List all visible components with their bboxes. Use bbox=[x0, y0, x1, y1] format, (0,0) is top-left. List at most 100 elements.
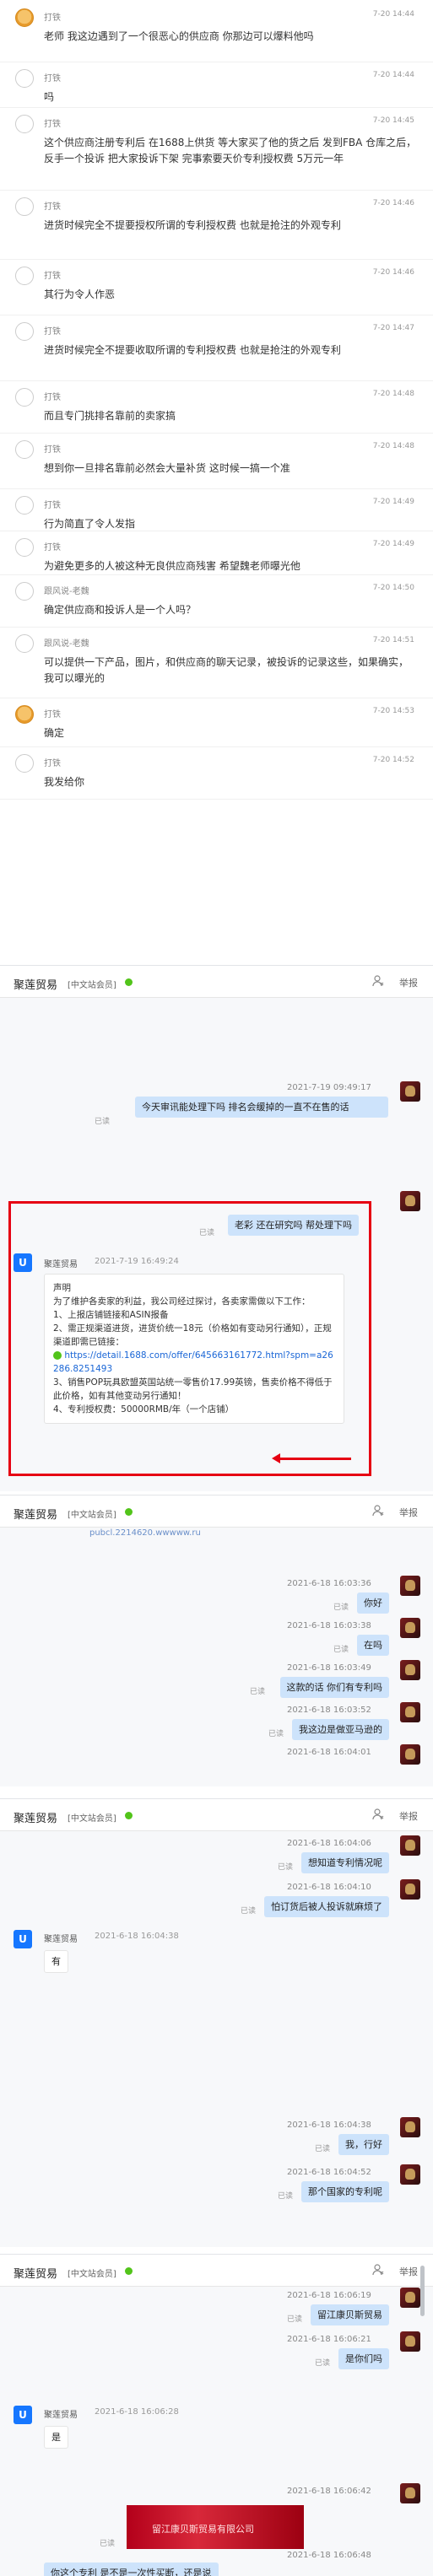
message-text: 我发给你 bbox=[44, 776, 85, 788]
user-avatar[interactable] bbox=[15, 69, 34, 88]
message-time: 7-20 14:44 bbox=[372, 71, 414, 79]
self-avatar bbox=[400, 1618, 420, 1638]
user-avatar[interactable] bbox=[15, 115, 34, 133]
read-status: 已读 bbox=[286, 2315, 302, 2324]
self-avatar bbox=[400, 1835, 420, 1856]
contact-name[interactable]: 聚莲贸易 bbox=[14, 1506, 57, 1522]
message-bubble: 想知道专利情况呢 bbox=[301, 1852, 389, 1873]
message-time: 7-20 14:45 bbox=[372, 116, 414, 125]
sender-name: 打铁 bbox=[44, 202, 61, 212]
message-time: 2021-6-18 16:06:48 bbox=[287, 2551, 371, 2560]
read-status: 已读 bbox=[314, 2359, 330, 2368]
user-avatar[interactable] bbox=[15, 634, 34, 653]
forum-message: 打铁 7-20 14:47 进货时候完全不提要收取所谓的专利授权费 也就是抢注的外观… bbox=[0, 317, 433, 381]
message-bubble: 有 bbox=[44, 1950, 68, 1973]
message-bubble: 你这个专利 是不是一次性买断，还是说 bbox=[44, 2563, 219, 2576]
read-status: 已读 bbox=[277, 2192, 293, 2201]
contact-name[interactable]: 聚莲贸易 bbox=[14, 2265, 57, 2281]
user-avatar[interactable] bbox=[15, 440, 34, 459]
business-license-image[interactable]: 留江康贝斯贸易有限公司 bbox=[127, 2505, 304, 2549]
message-time: 7-20 14:49 bbox=[372, 498, 414, 506]
report-button[interactable]: 举报 bbox=[399, 1809, 418, 1823]
self-avatar bbox=[400, 1081, 420, 1102]
forum-message: 打铁 7-20 14:49 行为简直了令人发指 bbox=[0, 491, 433, 531]
contact-name[interactable]: 聚莲贸易 bbox=[14, 1809, 57, 1825]
forum-message: 打铁 7-20 14:49 为避免更多的人被这种无良供应商残害 希望魏老师曝光他 bbox=[0, 533, 433, 575]
message-text: 确定 bbox=[44, 727, 65, 739]
message-bubble: 我这边是做亚马逊的 bbox=[292, 1719, 389, 1740]
user-avatar[interactable] bbox=[15, 496, 34, 515]
member-badge: [中文站会员] bbox=[68, 1814, 116, 1824]
user-avatar[interactable] bbox=[15, 705, 34, 724]
online-status-icon bbox=[125, 1812, 133, 1819]
message-text: 确定供应商和投诉人是一个人吗？ bbox=[44, 604, 197, 616]
member-badge: [中文站会员] bbox=[68, 2270, 116, 2279]
read-status: 已读 bbox=[95, 1118, 111, 1126]
report-button[interactable]: 举报 bbox=[399, 976, 418, 989]
user-avatar[interactable] bbox=[15, 267, 34, 285]
message-time: 2021-6-18 16:03:49 bbox=[287, 1663, 371, 1673]
read-status: 已读 bbox=[314, 2145, 330, 2153]
message-time: 2021-6-18 16:06:28 bbox=[95, 2407, 179, 2417]
user-avatar[interactable] bbox=[15, 322, 34, 341]
seller-avatar: U bbox=[14, 2406, 32, 2424]
message-time: 7-20 14:53 bbox=[372, 707, 414, 715]
highlight-box bbox=[8, 1201, 371, 1476]
message-text: 行为简直了令人发指 bbox=[44, 518, 136, 530]
message-bubble: 在吗 bbox=[357, 1635, 389, 1656]
sender-name: 打铁 bbox=[44, 272, 61, 281]
read-status: 已读 bbox=[240, 1907, 256, 1916]
read-status: 已读 bbox=[249, 1688, 265, 1696]
user-avatar[interactable] bbox=[15, 538, 34, 557]
forum-chat-section: 打铁 7-20 14:44 老师 我这边遇到了一个很恶心的供应商 你那边可以爆料他吗… bbox=[0, 0, 433, 962]
sender-name: 聚莲贸易 bbox=[44, 2411, 78, 2420]
message-text: 进货时候完全不提要授权所谓的专利授权费 也就是抢注的外观专利 bbox=[44, 219, 341, 231]
user-icon[interactable] bbox=[372, 975, 384, 987]
message-bubble: 我，行好 bbox=[338, 2134, 389, 2155]
user-avatar[interactable] bbox=[15, 582, 34, 601]
user-avatar[interactable] bbox=[15, 8, 34, 27]
user-avatar[interactable] bbox=[15, 197, 34, 216]
read-status: 已读 bbox=[277, 1863, 293, 1872]
message-text: 老师 我这边遇到了一个很恶心的供应商 你那边可以爆料他吗 bbox=[44, 30, 314, 42]
message-time: 7-20 14:52 bbox=[372, 756, 414, 764]
link-fragment: pubcl.2214620.wwwww.ru bbox=[89, 1528, 201, 1538]
sender-name: 打铁 bbox=[44, 74, 61, 84]
user-avatar[interactable] bbox=[15, 754, 34, 773]
forum-message: 打铁 7-20 14:46 进货时候完全不提要授权所谓的专利授权费 也就是抢注的外观… bbox=[0, 192, 433, 260]
message-time: 7-20 14:49 bbox=[372, 540, 414, 548]
contact-name[interactable]: 聚莲贸易 bbox=[14, 976, 57, 992]
message-time: 2021-6-18 16:04:10 bbox=[287, 1883, 371, 1892]
member-badge: [中文站会员] bbox=[68, 1511, 116, 1520]
forum-message: 打铁 7-20 14:45 这个供应商注册专利后 在1688上供货 等大家买了他的货… bbox=[0, 110, 433, 191]
user-avatar[interactable] bbox=[15, 388, 34, 407]
message-text: 这个供应商注册专利后 在1688上供货 等大家买了他的货之后 发到FBA 仓库之… bbox=[44, 137, 417, 164]
message-time: 7-20 14:47 bbox=[372, 324, 414, 332]
message-bubble: 是 bbox=[44, 2426, 68, 2449]
message-time: 2021-6-18 16:03:36 bbox=[287, 1579, 371, 1588]
sender-name: 打铁 bbox=[44, 327, 61, 337]
user-icon[interactable] bbox=[372, 2264, 384, 2276]
message-time: 2021-6-18 16:06:21 bbox=[287, 2335, 371, 2344]
online-status-icon bbox=[125, 978, 133, 986]
sender-name: 打铁 bbox=[44, 120, 61, 129]
self-avatar bbox=[400, 1576, 420, 1596]
read-status: 已读 bbox=[100, 2540, 116, 2548]
self-avatar bbox=[400, 1879, 420, 1900]
sender-name: 打铁 bbox=[44, 393, 61, 402]
report-button[interactable]: 举报 bbox=[399, 2265, 418, 2278]
message-time: 2021-6-18 16:04:52 bbox=[287, 2168, 371, 2177]
message-time: 2021-6-18 16:03:52 bbox=[287, 1706, 371, 1715]
scrollbar[interactable] bbox=[420, 2266, 425, 2316]
message-time: 2021-7-19 09:49:17 bbox=[287, 1083, 371, 1092]
message-time: 2021-6-18 16:06:42 bbox=[287, 2487, 371, 2496]
forum-message: 打铁 7-20 14:53 确定 bbox=[0, 700, 433, 747]
sender-name: 打铁 bbox=[44, 543, 61, 552]
user-icon[interactable] bbox=[372, 1505, 384, 1517]
forum-message: 跟风说-老魏 7-20 14:50 确定供应商和投诉人是一个人吗？ bbox=[0, 577, 433, 628]
user-icon[interactable] bbox=[372, 1808, 384, 1820]
report-button[interactable]: 举报 bbox=[399, 1506, 418, 1519]
sender-name: 跟风说-老魏 bbox=[44, 587, 89, 596]
forum-message: 跟风说-老魏 7-20 14:51 可以提供一下产品，图片，和供应商的聊天记录，被投… bbox=[0, 629, 433, 698]
message-bubble: 那个国家的专利呢 bbox=[301, 2181, 389, 2202]
